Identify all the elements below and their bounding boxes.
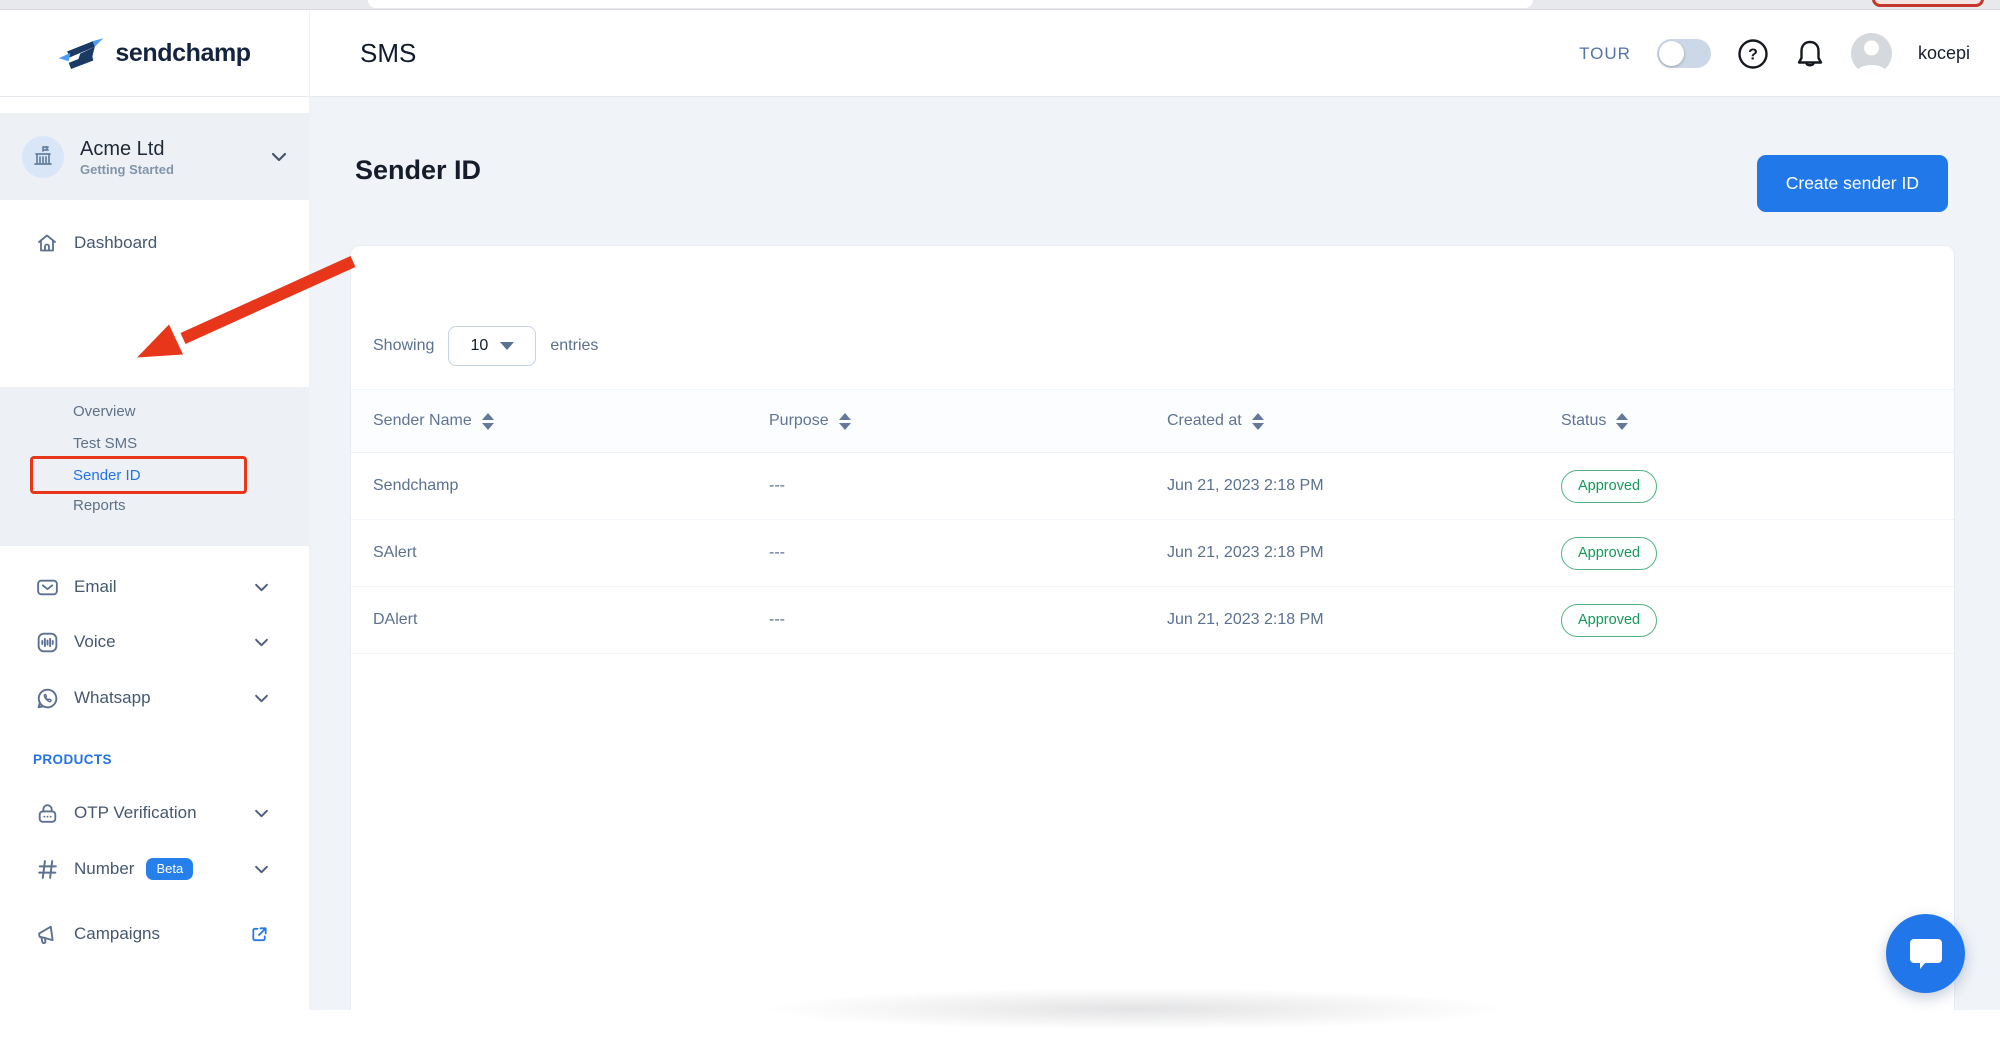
sort-icon bbox=[1616, 413, 1628, 430]
sendchamp-logo-icon bbox=[58, 36, 104, 72]
page-size-select[interactable]: 10 bbox=[448, 326, 536, 366]
sidebar-item-label: Email bbox=[74, 577, 117, 597]
username-label[interactable]: kocepi bbox=[1918, 43, 1970, 64]
sender-id-table-card: Showing 10 entries Sender Name Purpose C… bbox=[350, 245, 1955, 1010]
column-header-sender-name[interactable]: Sender Name bbox=[373, 412, 769, 430]
chevron-down-icon bbox=[254, 809, 269, 818]
sidebar-item-otp-verification[interactable]: OTP Verification bbox=[0, 795, 309, 831]
sidebar-item-campaigns[interactable]: Campaigns bbox=[0, 916, 309, 952]
status-badge: Approved bbox=[1561, 537, 1657, 570]
user-avatar[interactable] bbox=[1851, 33, 1892, 74]
workspace-name: Acme Ltd bbox=[80, 137, 174, 162]
tour-label: TOUR bbox=[1579, 44, 1631, 64]
main-content: Sender ID Create sender ID Showing 10 en… bbox=[310, 97, 2000, 1010]
submenu-item-test-sms[interactable]: Test SMS bbox=[73, 428, 137, 458]
page-heading: Sender ID bbox=[355, 155, 481, 186]
table-row[interactable]: SAlert --- Jun 21, 2023 2:18 PM Approved bbox=[351, 520, 1954, 587]
submenu-item-sender-id[interactable]: Sender ID bbox=[73, 460, 141, 490]
chevron-down-icon bbox=[254, 638, 269, 647]
sidebar-nav: Acme Ltd Getting Started Dashboard CHANN… bbox=[0, 97, 310, 1010]
lock-icon bbox=[34, 801, 60, 826]
cell-created-at: Jun 21, 2023 2:18 PM bbox=[1167, 611, 1561, 629]
caret-down-icon bbox=[500, 342, 514, 350]
beta-badge: Beta bbox=[146, 858, 193, 880]
browser-chrome-strip bbox=[0, 0, 2000, 10]
sort-icon bbox=[1252, 413, 1264, 430]
notifications-bell-icon[interactable] bbox=[1795, 38, 1825, 70]
showing-label: Showing bbox=[373, 337, 434, 355]
brand-logo[interactable]: sendchamp bbox=[0, 10, 310, 97]
megaphone-icon bbox=[34, 922, 60, 947]
table-row[interactable]: Sendchamp --- Jun 21, 2023 2:18 PM Appro… bbox=[351, 453, 1954, 520]
sidebar-item-label: Campaigns bbox=[74, 924, 160, 944]
home-icon bbox=[34, 231, 60, 255]
entries-label: entries bbox=[550, 337, 598, 355]
workspace-switcher[interactable]: Acme Ltd Getting Started bbox=[0, 113, 309, 200]
external-link-icon bbox=[250, 925, 269, 944]
sort-icon bbox=[839, 413, 851, 430]
chat-bubble-icon bbox=[1908, 937, 1944, 971]
table-header-row: Sender Name Purpose Created at Status bbox=[351, 389, 1954, 453]
sidebar-item-dashboard[interactable]: Dashboard bbox=[0, 225, 309, 261]
workspace-avatar bbox=[22, 136, 64, 178]
cell-sender-name: DAlert bbox=[373, 611, 769, 629]
whatsapp-icon bbox=[34, 686, 60, 711]
column-header-purpose[interactable]: Purpose bbox=[769, 412, 1167, 430]
submenu-item-overview[interactable]: Overview bbox=[73, 396, 136, 426]
brand-name: sendchamp bbox=[115, 39, 250, 68]
email-icon bbox=[34, 575, 60, 600]
sidebar-item-number[interactable]: Number Beta bbox=[0, 851, 309, 887]
column-header-created-at[interactable]: Created at bbox=[1167, 412, 1561, 430]
sidebar-item-label: Number bbox=[74, 859, 134, 879]
sidebar-item-whatsapp[interactable]: Whatsapp bbox=[0, 680, 309, 716]
sidebar-item-voice[interactable]: Voice bbox=[0, 624, 309, 660]
voice-icon bbox=[34, 630, 60, 655]
chevron-down-icon bbox=[271, 152, 287, 162]
cell-purpose: --- bbox=[769, 477, 1167, 495]
page-title: SMS bbox=[360, 10, 416, 97]
help-icon[interactable]: ? bbox=[1737, 38, 1769, 70]
cell-purpose: --- bbox=[769, 611, 1167, 629]
cell-sender-name: SAlert bbox=[373, 544, 769, 562]
chevron-down-icon bbox=[254, 583, 269, 592]
submenu-item-reports[interactable]: Reports bbox=[73, 490, 126, 520]
workspace-subtitle: Getting Started bbox=[80, 162, 174, 177]
sidebar-item-label: Dashboard bbox=[74, 233, 157, 253]
column-header-status[interactable]: Status bbox=[1561, 412, 1932, 430]
status-badge: Approved bbox=[1561, 470, 1657, 503]
svg-text:?: ? bbox=[1748, 46, 1758, 63]
status-badge: Approved bbox=[1561, 604, 1657, 637]
tour-toggle-knob bbox=[1659, 41, 1684, 66]
sidebar-section-products: PRODUCTS bbox=[33, 752, 112, 767]
sidebar-item-label: Whatsapp bbox=[74, 688, 151, 708]
hash-icon bbox=[34, 857, 60, 882]
sidebar-item-email[interactable]: Email bbox=[0, 569, 309, 605]
sms-submenu: Overview Test SMS Sender ID Reports bbox=[0, 387, 309, 546]
chevron-down-icon bbox=[254, 865, 269, 874]
top-header: sendchamp SMS TOUR ? kocepi bbox=[0, 10, 2000, 97]
avatar-person-icon bbox=[1851, 33, 1892, 74]
browser-record-button bbox=[1872, 0, 1984, 7]
building-icon bbox=[31, 145, 55, 169]
chat-widget-button[interactable] bbox=[1886, 914, 1965, 993]
tour-toggle[interactable] bbox=[1657, 39, 1711, 68]
page-size-value: 10 bbox=[470, 337, 488, 355]
sort-icon bbox=[482, 413, 494, 430]
sidebar-item-label: OTP Verification bbox=[74, 803, 197, 823]
cell-purpose: --- bbox=[769, 544, 1167, 562]
chevron-down-icon bbox=[254, 694, 269, 703]
cell-created-at: Jun 21, 2023 2:18 PM bbox=[1167, 544, 1561, 562]
cell-sender-name: Sendchamp bbox=[373, 477, 769, 495]
create-sender-id-button[interactable]: Create sender ID bbox=[1757, 155, 1948, 212]
sidebar-item-label: Voice bbox=[74, 632, 116, 652]
table-row[interactable]: DAlert --- Jun 21, 2023 2:18 PM Approved bbox=[351, 587, 1954, 654]
browser-address-bar bbox=[368, 0, 1533, 8]
cell-created-at: Jun 21, 2023 2:18 PM bbox=[1167, 477, 1561, 495]
